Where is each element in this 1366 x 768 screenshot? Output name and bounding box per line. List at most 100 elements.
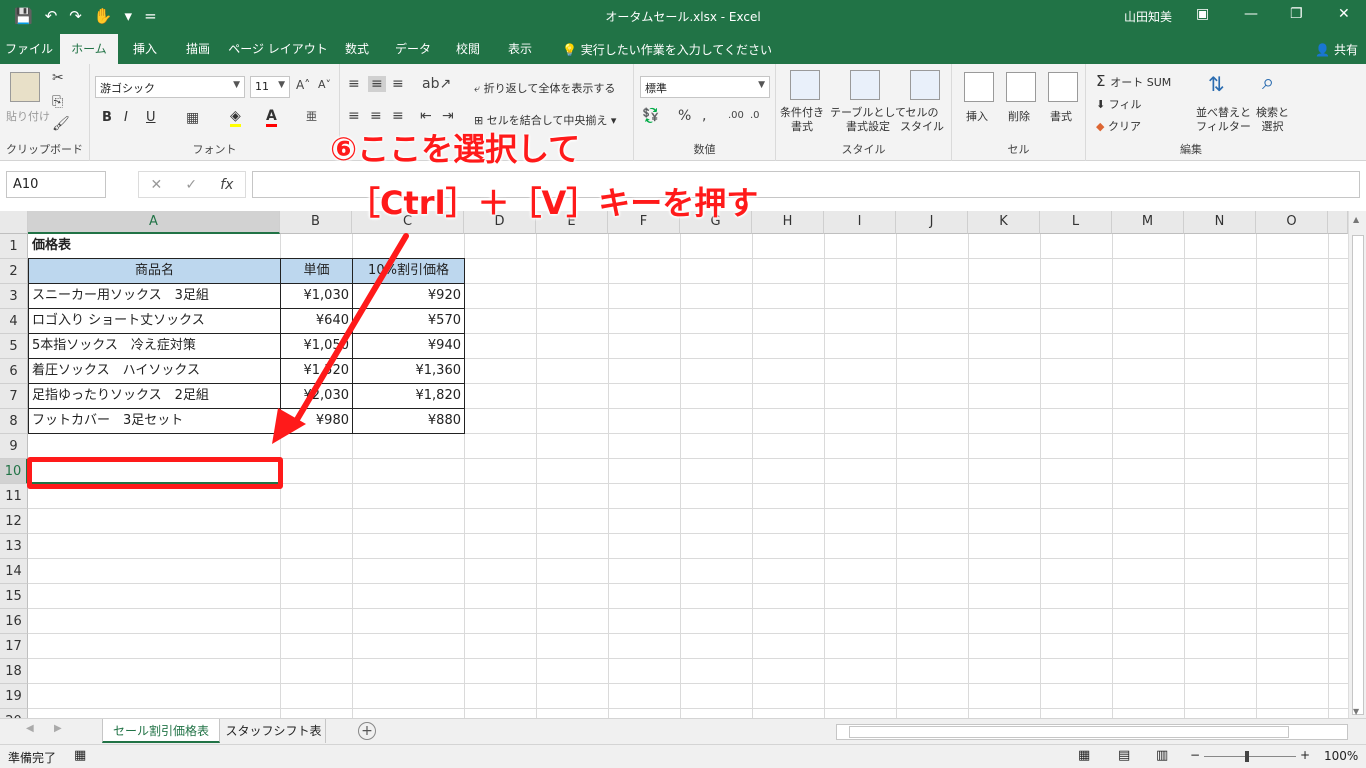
sort-filter-button[interactable]: 並べ替えと フィルター — [1196, 106, 1251, 134]
table-cell-discount[interactable]: ¥920 — [353, 284, 464, 309]
sheet-tab-staff[interactable]: スタッフシフト表 — [222, 719, 326, 743]
row-header-20[interactable]: 20 — [0, 709, 28, 718]
row-header-6[interactable]: 6 — [0, 359, 28, 384]
insert-function-icon[interactable]: fx — [220, 177, 233, 193]
row-header-4[interactable]: 4 — [0, 309, 28, 334]
copy-icon[interactable]: ⎘ — [52, 94, 63, 110]
tab-formulas[interactable]: 数式 — [332, 34, 382, 64]
vertical-scrollbar[interactable]: ▲ ▼ — [1348, 211, 1366, 718]
tab-insert[interactable]: 挿入 — [120, 34, 170, 64]
cell-a1-title[interactable]: 価格表 — [29, 234, 279, 259]
prev-sheet-icon[interactable]: ◀ — [26, 723, 34, 734]
row-header-5[interactable]: 5 — [0, 334, 28, 359]
row-header-17[interactable]: 17 — [0, 634, 28, 659]
row-header-3[interactable]: 3 — [0, 284, 28, 309]
select-all-corner[interactable] — [0, 211, 28, 234]
align-right-icon[interactable]: ≡ — [392, 108, 404, 124]
next-sheet-icon[interactable]: ▶ — [54, 723, 62, 734]
table-cell-discount[interactable]: ¥1,360 — [353, 359, 464, 384]
find-select-button[interactable]: 検索と 選択 — [1256, 106, 1289, 134]
tab-view[interactable]: 表示 — [494, 34, 546, 64]
decrease-indent-icon[interactable]: ⇤ — [420, 108, 432, 124]
cell-styles-icon[interactable] — [910, 70, 940, 100]
zoom-in-icon[interactable]: + — [1300, 748, 1310, 762]
scroll-down-icon[interactable]: ▼ — [1353, 707, 1359, 716]
table-cell-discount[interactable]: ¥1,820 — [353, 384, 464, 409]
decrease-font-icon[interactable]: A˅ — [318, 78, 331, 91]
cancel-icon[interactable]: ✕ — [151, 177, 163, 193]
table-cell-product[interactable]: 足指ゆったりソックス 2足組 — [29, 384, 280, 409]
delete-cells-button[interactable]: 削除 — [1008, 108, 1030, 124]
tab-draw[interactable]: 描画 — [172, 34, 224, 64]
row-header-7[interactable]: 7 — [0, 384, 28, 409]
format-painter-icon[interactable]: 🖌 — [52, 116, 70, 132]
percent-icon[interactable]: % — [678, 108, 691, 124]
table-cell-product[interactable]: ロゴ入り ショート丈ソックス — [29, 309, 280, 334]
table-cell-discount[interactable]: ¥940 — [353, 334, 464, 359]
format-as-table-button[interactable]: テーブルとして 書式設定 — [830, 106, 906, 134]
cell-header-discount[interactable]: 10%割引価格 — [353, 259, 464, 284]
cell-styles-button[interactable]: セルの スタイル — [900, 106, 944, 134]
ribbon-display-icon[interactable]: ▣ — [1196, 6, 1209, 22]
column-header-n[interactable]: N — [1184, 211, 1256, 234]
table-cell-product[interactable]: 着圧ソックス ハイソックス — [29, 359, 280, 384]
row-header-18[interactable]: 18 — [0, 659, 28, 684]
row-header-1[interactable]: 1 — [0, 234, 28, 259]
row-header-11[interactable]: 11 — [0, 484, 28, 509]
close-icon[interactable]: ✕ — [1338, 6, 1350, 22]
insert-cells-button[interactable]: 挿入 — [966, 108, 988, 124]
restore-icon[interactable]: ❐ — [1290, 6, 1303, 22]
row-header-9[interactable]: 9 — [0, 434, 28, 459]
sheet-tab-sale[interactable]: セール割引価格表 — [102, 719, 220, 743]
column-header-b[interactable]: B — [280, 211, 352, 234]
increase-indent-icon[interactable]: ⇥ — [442, 108, 454, 124]
align-center-icon[interactable]: ≡ — [370, 108, 382, 124]
row-header-2[interactable]: 2 — [0, 259, 28, 284]
table-cell-price[interactable]: ¥1,520 — [281, 359, 352, 384]
horizontal-scrollbar[interactable] — [836, 724, 1348, 740]
tab-data[interactable]: データ — [384, 34, 442, 64]
row-header-8[interactable]: 8 — [0, 409, 28, 434]
conditional-format-icon[interactable] — [790, 70, 820, 100]
row-header-12[interactable]: 12 — [0, 509, 28, 534]
row-header-16[interactable]: 16 — [0, 609, 28, 634]
conditional-format-button[interactable]: 条件付き 書式 — [780, 106, 824, 134]
table-cell-product[interactable]: フットカバー 3足セット — [29, 409, 280, 434]
table-cell-discount[interactable]: ¥880 — [353, 409, 464, 434]
borders-icon[interactable]: ▦ — [186, 110, 199, 126]
paste-button[interactable]: 貼り付け — [6, 108, 50, 124]
paste-icon[interactable] — [10, 72, 40, 102]
table-cell-price[interactable]: ¥980 — [281, 409, 352, 434]
increase-decimal-icon[interactable]: .00 — [728, 110, 744, 121]
decrease-decimal-icon[interactable]: .0 — [750, 110, 760, 121]
scroll-up-icon[interactable]: ▲ — [1353, 215, 1359, 224]
wrap-text-button[interactable]: ⤶ 折り返して全体を表示する — [474, 80, 615, 96]
font-size-select[interactable]: 11 ▼ — [250, 76, 290, 98]
column-header-j[interactable]: J — [896, 211, 968, 234]
fill-button[interactable]: ⬇ フィル — [1096, 96, 1142, 112]
autosum-button[interactable]: Σ オート SUM — [1096, 72, 1171, 90]
tab-page-layout[interactable]: ページ レイアウト — [226, 34, 330, 64]
format-as-table-icon[interactable] — [850, 70, 880, 100]
column-header-o[interactable]: O — [1256, 211, 1328, 234]
name-box[interactable]: A10 — [6, 171, 106, 198]
table-cell-product[interactable]: 5本指ソックス 冷え症対策 — [29, 334, 280, 359]
table-cell-price[interactable]: ¥1,050 — [281, 334, 352, 359]
page-layout-view-icon[interactable]: ▤ — [1118, 748, 1130, 763]
underline-button[interactable]: U — [146, 110, 156, 125]
tell-me-search[interactable]: 💡 実行したい作業を入力してください — [562, 41, 772, 58]
table-cell-discount[interactable]: ¥570 — [353, 309, 464, 334]
zoom-slider[interactable] — [1204, 756, 1296, 757]
enter-icon[interactable]: ✓ — [185, 177, 197, 193]
sort-filter-icon[interactable]: ⇅ — [1208, 72, 1225, 96]
cell-header-product[interactable]: 商品名 — [29, 259, 280, 284]
table-cell-price[interactable]: ¥2,030 — [281, 384, 352, 409]
format-cells-icon[interactable] — [1048, 72, 1078, 102]
hscroll-thumb[interactable] — [849, 726, 1289, 738]
insert-cells-icon[interactable] — [964, 72, 994, 102]
table-cell-product[interactable]: スニーカー用ソックス 3足組 — [29, 284, 280, 309]
cut-icon[interactable]: ✂ — [52, 70, 64, 86]
comma-icon[interactable]: , — [702, 108, 706, 124]
orientation-icon[interactable]: ab↗ — [422, 76, 451, 92]
find-icon[interactable]: ⌕ — [1262, 70, 1274, 95]
